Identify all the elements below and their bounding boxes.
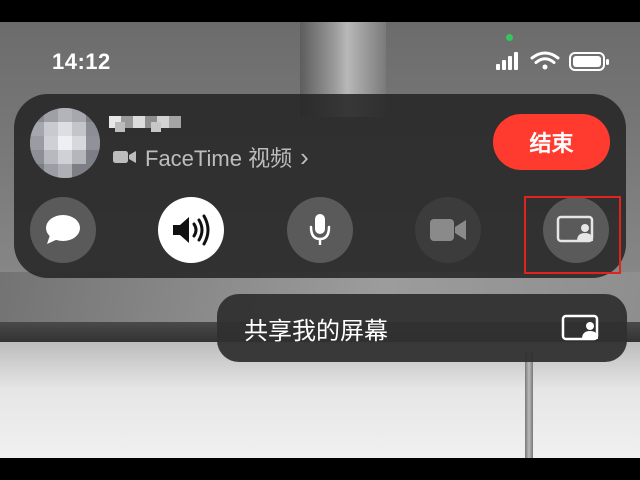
speaker-button[interactable] [158,197,224,263]
video-camera-icon [113,151,136,163]
status-time: 14:12 [52,49,111,74]
video-camera-icon [430,219,466,241]
status-icons [496,51,609,71]
caller-name-redacted [109,116,181,132]
share-screen-icon [561,314,599,341]
share-my-screen-label: 共享我的屏幕 [244,316,388,345]
call-type-label: FaceTime 视频 [145,146,293,171]
background-pole [525,352,533,458]
battery-icon [569,52,609,71]
speaker-wave-icon [173,214,210,246]
end-call-button[interactable]: 结束 [493,114,610,170]
message-button[interactable] [30,197,96,263]
cellular-signal-icon [496,52,518,70]
message-bubble-icon [46,215,80,244]
camera-in-use-indicator [506,34,513,41]
call-type-row[interactable]: FaceTime 视频 › [113,142,309,172]
camera-button[interactable] [415,197,481,263]
caller-avatar[interactable] [30,108,100,178]
annotation-highlight-box [524,196,621,274]
chevron-right-icon: › [300,142,309,172]
microphone-icon [309,214,331,245]
share-screen-menu[interactable]: 共享我的屏幕 [217,294,627,362]
wifi-icon [530,51,560,70]
microphone-button[interactable] [287,197,353,263]
